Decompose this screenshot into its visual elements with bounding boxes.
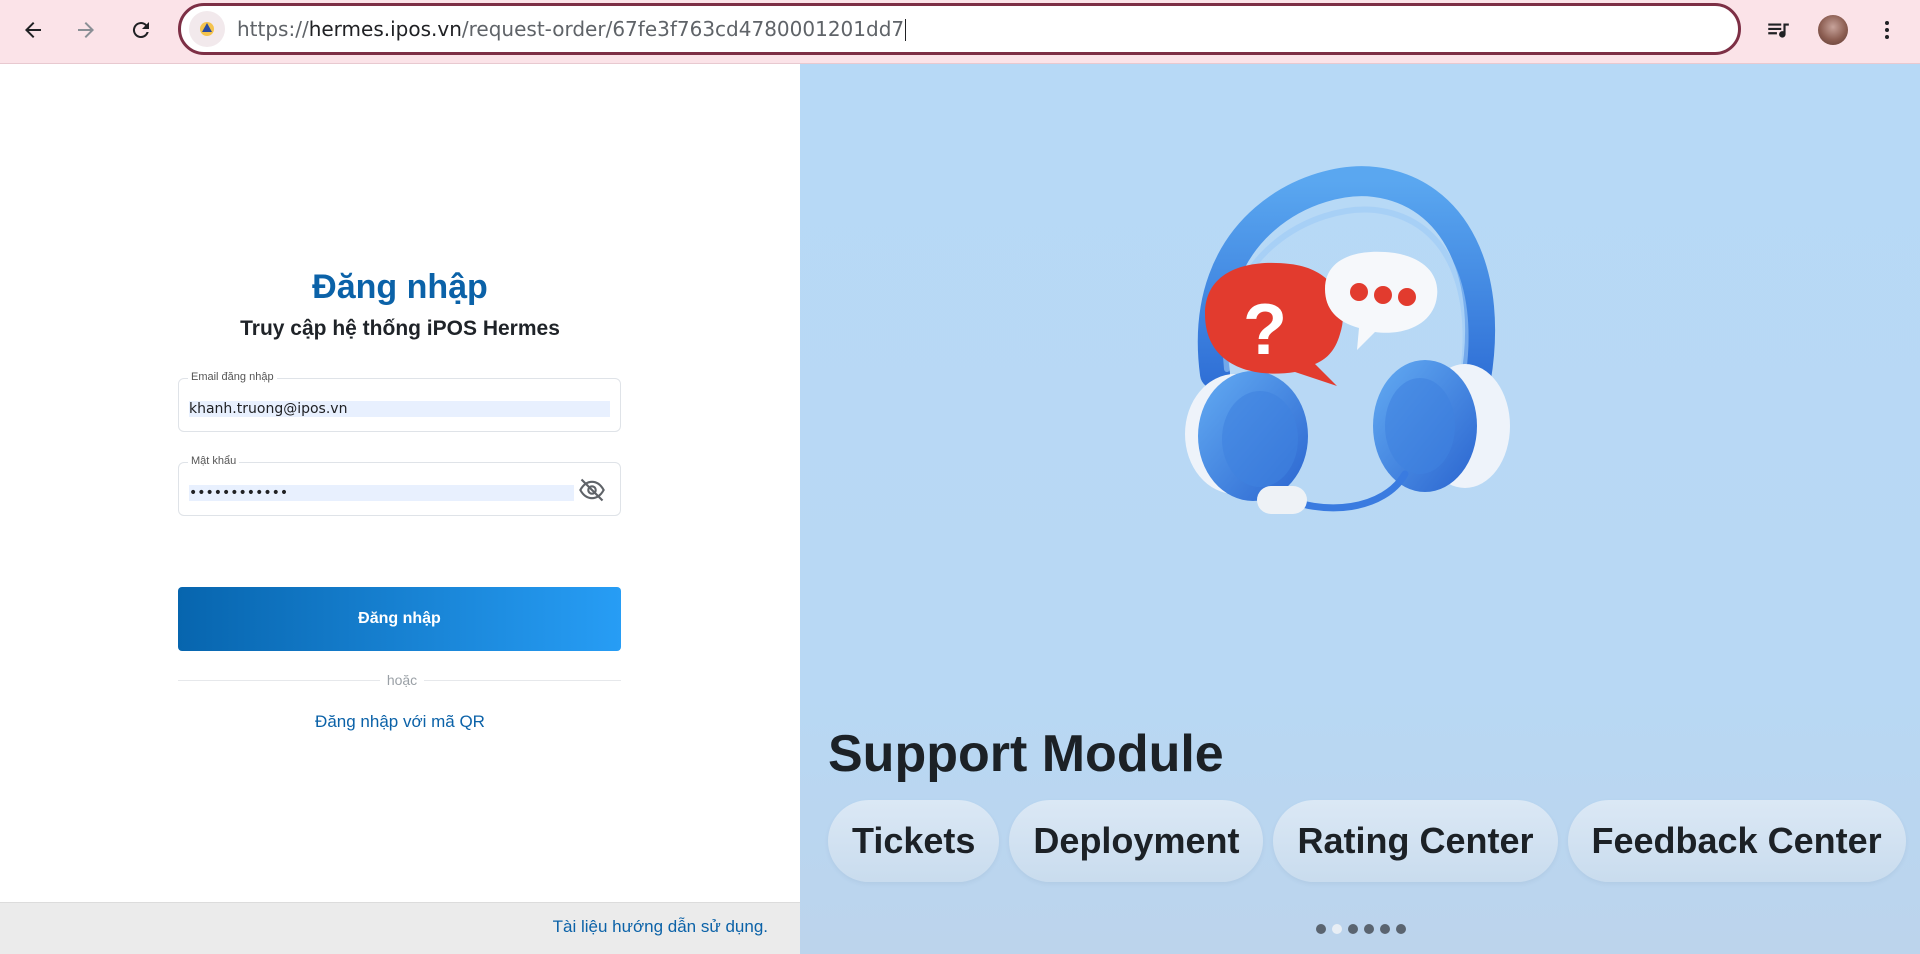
login-title: Đăng nhập bbox=[312, 268, 488, 306]
question-mark-icon: ? bbox=[1243, 290, 1287, 370]
forward-arrow-icon bbox=[78, 22, 94, 38]
promo-panel: ? Support Module Tickets Deployment Rati… bbox=[800, 64, 1920, 954]
carousel-dot[interactable] bbox=[1380, 924, 1390, 934]
login-button[interactable]: Đăng nhập bbox=[178, 587, 621, 651]
login-panel: Đăng nhập Truy cập hệ thống iPOS Hermes … bbox=[0, 64, 800, 954]
forward-button[interactable] bbox=[66, 10, 106, 50]
browser-menu-button[interactable] bbox=[1869, 12, 1905, 48]
media-controls-button[interactable] bbox=[1760, 12, 1796, 48]
url-path: /request-order/67fe3f763cd4780001201dd7 bbox=[461, 16, 905, 41]
carousel-dot[interactable] bbox=[1396, 924, 1406, 934]
text-caret bbox=[905, 19, 907, 42]
carousel-dot[interactable] bbox=[1348, 924, 1358, 934]
password-field[interactable]: Mật khẩu •••••••••••• bbox=[178, 455, 621, 516]
media-playlist-icon bbox=[1768, 23, 1789, 38]
headset-support-illustration: ? bbox=[1185, 166, 1510, 514]
divider-or-text: hoặc bbox=[380, 672, 424, 688]
address-bar[interactable]: https://hermes.ipos.vn/request-order/67f… bbox=[178, 3, 1741, 55]
email-label: Email đăng nhập bbox=[188, 371, 277, 383]
user-guide-link[interactable]: Tài liệu hướng dẫn sử dụng. bbox=[553, 917, 768, 937]
qr-login-link[interactable]: Đăng nhập với mã QR bbox=[0, 712, 800, 732]
chip-feedback-center: Feedback Center bbox=[1567, 800, 1906, 882]
module-title: Support Module bbox=[828, 725, 1224, 783]
chip-deployment: Deployment bbox=[1009, 800, 1264, 882]
email-field[interactable]: Email đăng nhập khanh.truong@ipos.vn bbox=[178, 371, 621, 432]
password-label: Mật khẩu bbox=[188, 455, 240, 467]
url-scheme: https:// bbox=[237, 16, 309, 41]
url-host: hermes.ipos.vn bbox=[308, 16, 462, 41]
browser-toolbar: https://hermes.ipos.vn/request-order/67f… bbox=[0, 0, 1920, 64]
chip-tickets: Tickets bbox=[828, 800, 1000, 882]
back-button[interactable] bbox=[13, 10, 53, 50]
password-input[interactable]: •••••••••••• bbox=[189, 485, 574, 501]
login-subtitle: Truy cập hệ thống iPOS Hermes bbox=[240, 317, 560, 340]
site-favicon-icon[interactable] bbox=[189, 11, 225, 47]
url-text[interactable]: https://hermes.ipos.vn/request-order/67f… bbox=[237, 16, 907, 42]
carousel-dot[interactable] bbox=[1316, 924, 1326, 934]
back-arrow-icon bbox=[25, 22, 41, 38]
eye-off-icon[interactable] bbox=[578, 476, 606, 504]
chip-rating-center: Rating Center bbox=[1273, 800, 1558, 882]
carousel-dot[interactable] bbox=[1332, 924, 1342, 934]
carousel-dots bbox=[1316, 924, 1406, 934]
more-vert-icon bbox=[1885, 21, 1889, 39]
email-input[interactable]: khanh.truong@ipos.vn bbox=[189, 401, 610, 417]
reload-button[interactable] bbox=[121, 10, 161, 50]
feature-chips: Tickets Deployment Rating Center Feedbac… bbox=[828, 800, 1906, 882]
profile-button[interactable] bbox=[1815, 12, 1851, 48]
footer-bar: Tài liệu hướng dẫn sử dụng. bbox=[0, 902, 800, 954]
carousel-dot[interactable] bbox=[1364, 924, 1374, 934]
reload-icon bbox=[132, 22, 149, 39]
profile-avatar-icon bbox=[1818, 15, 1848, 45]
